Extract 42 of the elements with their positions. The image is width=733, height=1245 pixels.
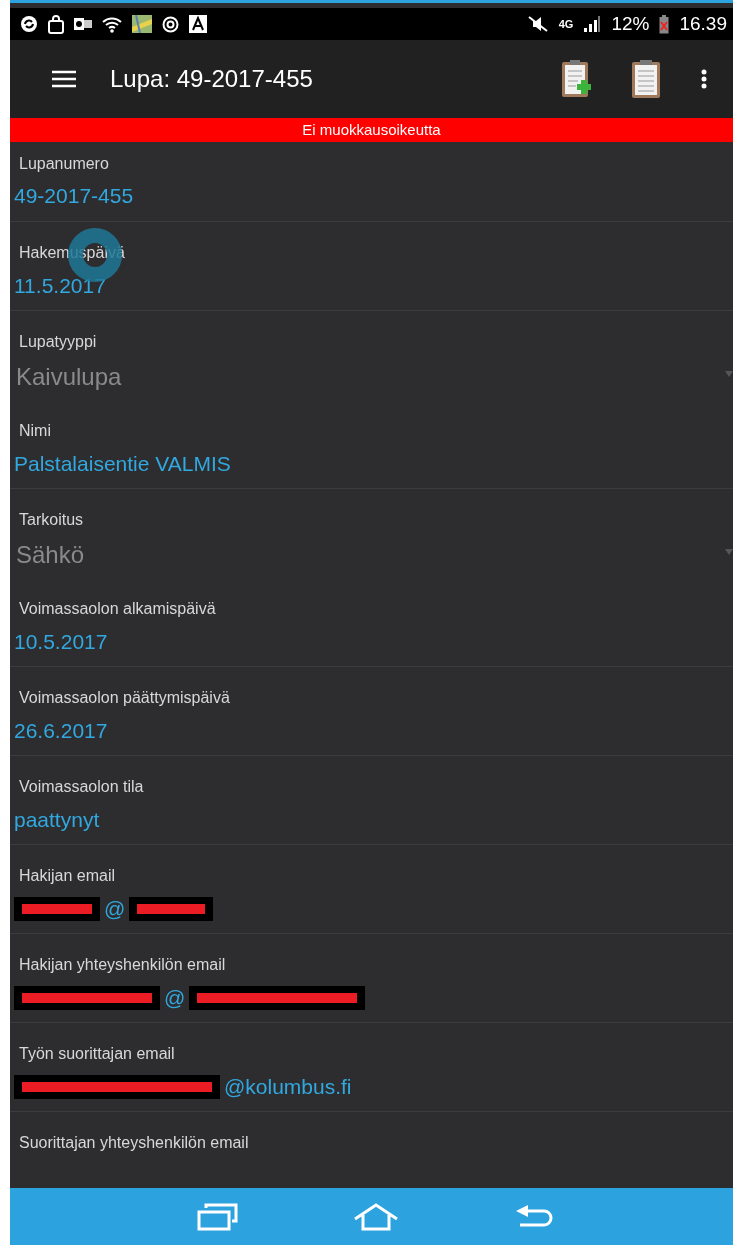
target-icon bbox=[162, 15, 179, 33]
document-button[interactable] bbox=[631, 59, 661, 99]
field-value: paattynyt bbox=[14, 808, 100, 832]
field-label: Hakijan email bbox=[19, 867, 116, 885]
battery-percent: 12% bbox=[611, 13, 650, 35]
field-value: 49-2017-455 bbox=[14, 184, 134, 208]
map-icon bbox=[132, 15, 152, 33]
field-label: Voimassaolon päättymispäivä bbox=[19, 689, 230, 707]
field-value: 10.5.2017 bbox=[14, 630, 108, 654]
mute-icon bbox=[526, 15, 549, 33]
clock: 16.39 bbox=[679, 13, 727, 35]
field-value: Palstalaisentie VALMIS bbox=[14, 452, 231, 476]
field-label: Hakijan yhteyshenkilön email bbox=[19, 956, 226, 974]
dropdown-arrow-icon bbox=[725, 371, 733, 377]
dropdown-value[interactable]: Sähkö bbox=[16, 541, 85, 569]
field-label: Lupatyyppi bbox=[19, 333, 97, 351]
network-type: 4G bbox=[558, 18, 574, 30]
keyboard-icon bbox=[189, 15, 207, 33]
dropdown-arrow-icon bbox=[725, 549, 733, 555]
more-options-button[interactable] bbox=[701, 69, 707, 89]
field-label: Suorittajan yhteyshenkilön email bbox=[19, 1134, 249, 1152]
field-label: Työn suorittajan email bbox=[19, 1045, 175, 1063]
app-title: Lupa: 49-2017-455 bbox=[110, 65, 314, 93]
field-value: 11.5.2017 bbox=[14, 274, 106, 298]
no-edit-banner: Ei muokkausoikeutta bbox=[10, 118, 733, 142]
sync-icon bbox=[20, 15, 38, 33]
wifi-icon bbox=[102, 15, 122, 33]
shopping-bag-icon bbox=[48, 14, 64, 34]
email-value: @ bbox=[164, 986, 186, 1010]
field-label: Lupanumero bbox=[19, 155, 109, 173]
field-label: Voimassaolon tila bbox=[19, 778, 144, 796]
signal-icon bbox=[583, 15, 602, 33]
email-value: @kolumbus.fi bbox=[224, 1075, 352, 1099]
email-value: @ bbox=[104, 897, 126, 921]
add-document-button[interactable] bbox=[561, 59, 593, 99]
menu-button[interactable] bbox=[52, 70, 76, 88]
field-value: 26.6.2017 bbox=[14, 719, 108, 743]
field-label: Tarkoitus bbox=[19, 511, 84, 529]
battery-icon bbox=[659, 14, 670, 34]
dropdown-value[interactable]: Kaivulupa bbox=[16, 363, 122, 391]
field-label: Voimassaolon alkamispäivä bbox=[19, 600, 216, 618]
field-label: Nimi bbox=[19, 422, 51, 440]
